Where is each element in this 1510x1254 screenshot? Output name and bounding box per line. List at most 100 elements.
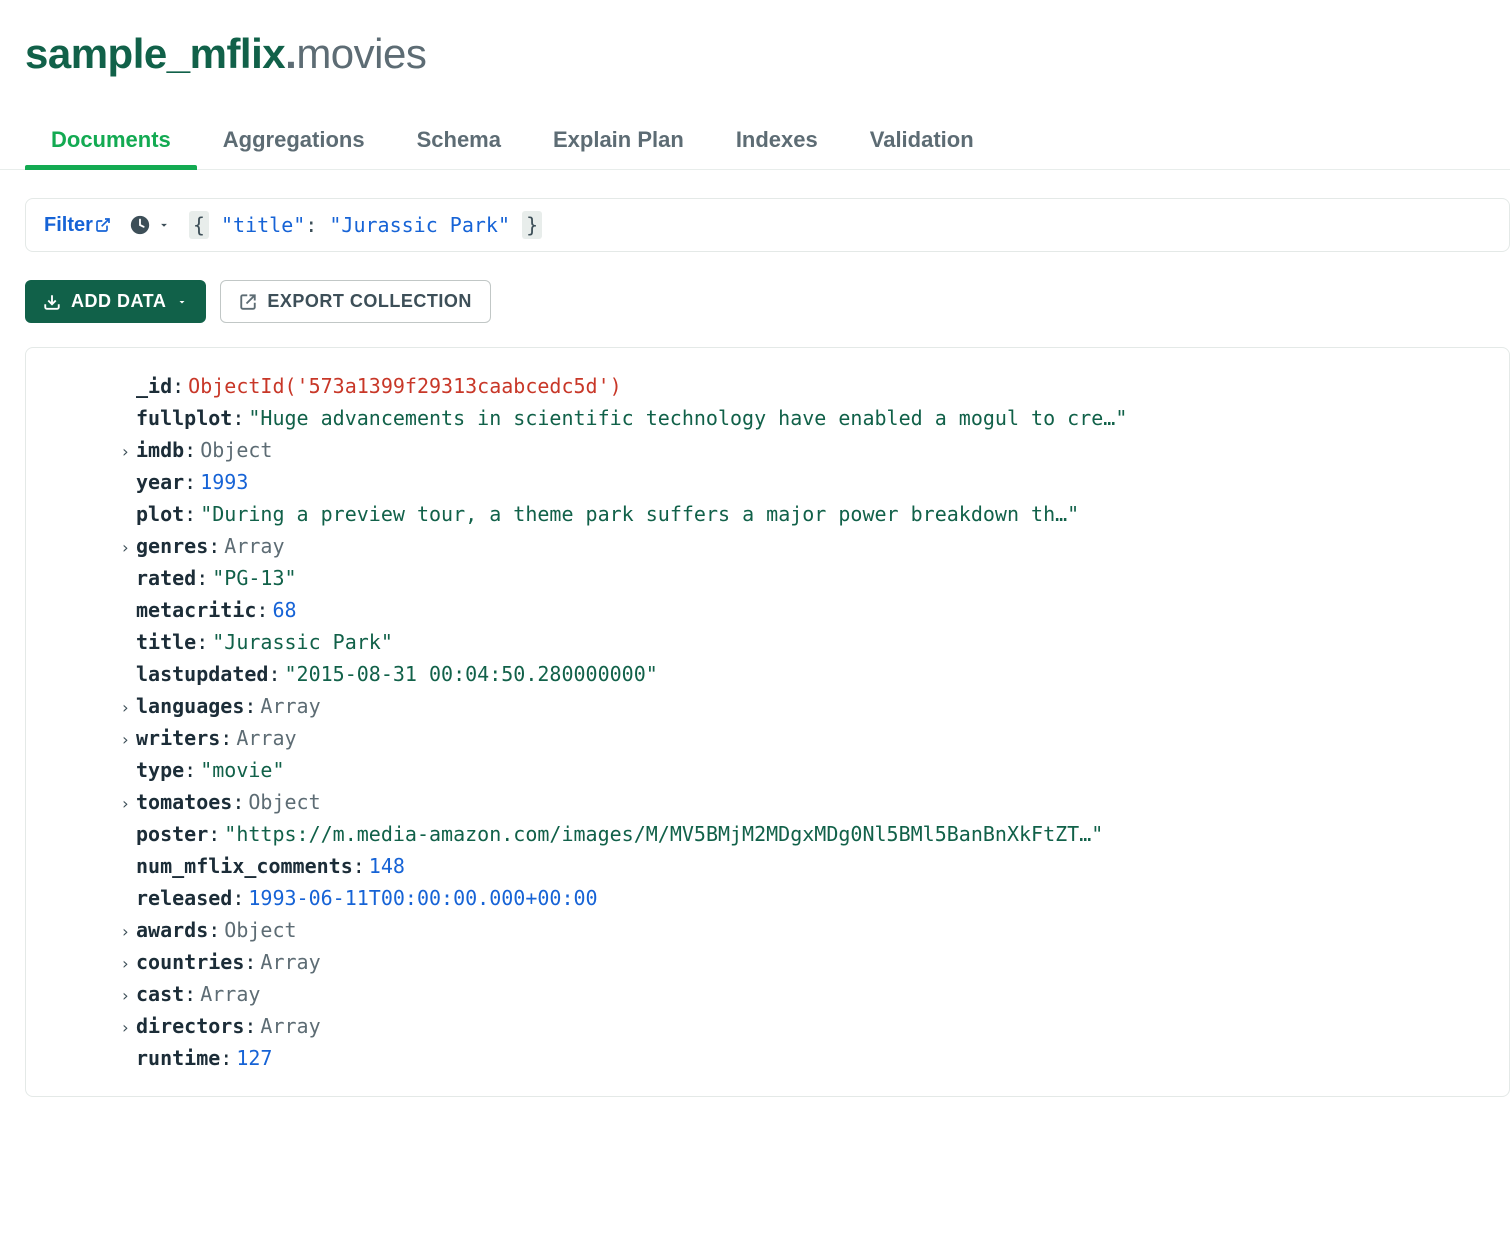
chevron-right-icon[interactable]: ›	[120, 442, 130, 461]
field-key: rated	[136, 562, 196, 594]
chevron-right-icon[interactable]: ›	[120, 954, 130, 973]
download-icon	[43, 293, 61, 311]
chevron-right-icon[interactable]: ›	[120, 538, 130, 557]
field-row: › directors: Array	[46, 1010, 1489, 1042]
caret-down-icon	[176, 296, 188, 308]
field-key: year	[136, 466, 184, 498]
field-value: Array	[260, 946, 320, 978]
filter-history-button[interactable]	[129, 214, 171, 236]
field-key: type	[136, 754, 184, 786]
expand-slot: ›	[46, 914, 136, 946]
caret-down-icon	[157, 218, 171, 232]
filter-query-value: "Jurassic Park"	[329, 213, 510, 237]
field-colon: :	[208, 914, 220, 946]
page-title: sample_mflix.movies	[25, 30, 1485, 78]
field-key: metacritic	[136, 594, 256, 626]
field-colon: :	[220, 722, 232, 754]
field-key: cast	[136, 978, 184, 1010]
field-key: directors	[136, 1010, 244, 1042]
tab-indexes[interactable]: Indexes	[710, 113, 844, 169]
document-card: _id: ObjectId('573a1399f29313caabcedc5d'…	[25, 347, 1510, 1097]
field-value: 1993	[200, 466, 248, 498]
field-value: "PG-13"	[212, 562, 296, 594]
field-value: Array	[260, 1010, 320, 1042]
chevron-right-icon[interactable]: ›	[120, 794, 130, 813]
field-colon: :	[244, 1010, 256, 1042]
field-value: Object	[248, 786, 320, 818]
chevron-right-icon[interactable]: ›	[120, 922, 130, 941]
field-key: countries	[136, 946, 244, 978]
field-colon: :	[232, 402, 244, 434]
field-row: _id: ObjectId('573a1399f29313caabcedc5d'…	[46, 370, 1489, 402]
field-row: type: "movie"	[46, 754, 1489, 786]
field-row: lastupdated: "2015-08-31 00:04:50.280000…	[46, 658, 1489, 690]
field-value: Object	[224, 914, 296, 946]
field-value: Array	[260, 690, 320, 722]
expand-slot: ›	[46, 690, 136, 722]
field-value: Array	[236, 722, 296, 754]
brace-close: }	[522, 211, 542, 239]
chevron-right-icon[interactable]: ›	[120, 986, 130, 1005]
field-key: title	[136, 626, 196, 658]
field-row: year: 1993	[46, 466, 1489, 498]
field-row: › countries: Array	[46, 946, 1489, 978]
field-value: "Huge advancements in scientific technol…	[248, 402, 1127, 434]
field-key: plot	[136, 498, 184, 530]
field-row: title: "Jurassic Park"	[46, 626, 1489, 658]
export-collection-button[interactable]: EXPORT COLLECTION	[220, 280, 491, 323]
export-icon	[239, 293, 257, 311]
field-value: ObjectId('573a1399f29313caabcedc5d')	[188, 370, 621, 402]
field-row: plot: "During a preview tour, a theme pa…	[46, 498, 1489, 530]
field-colon: :	[244, 690, 256, 722]
field-key: num_mflix_comments	[136, 850, 353, 882]
filter-query-input[interactable]: { "title": "Jurassic Park" }	[189, 213, 542, 237]
tab-aggregations[interactable]: Aggregations	[197, 113, 391, 169]
field-row: rated: "PG-13"	[46, 562, 1489, 594]
field-colon: :	[196, 626, 208, 658]
field-key: runtime	[136, 1042, 220, 1074]
tab-explain-plan[interactable]: Explain Plan	[527, 113, 710, 169]
field-value: "During a preview tour, a theme park suf…	[200, 498, 1079, 530]
field-row: ›writers: Array	[46, 722, 1489, 754]
add-data-label: ADD DATA	[71, 291, 166, 312]
field-row: poster: "https://m.media-amazon.com/imag…	[46, 818, 1489, 850]
field-row: ›genres: Array	[46, 530, 1489, 562]
add-data-button[interactable]: ADD DATA	[25, 280, 206, 323]
field-colon: :	[208, 818, 220, 850]
field-row: metacritic: 68	[46, 594, 1489, 626]
field-colon: :	[256, 594, 268, 626]
field-colon: :	[268, 658, 280, 690]
action-row: ADD DATA EXPORT COLLECTION	[0, 252, 1510, 323]
filter-query-key: "title"	[221, 213, 305, 237]
field-key: languages	[136, 690, 244, 722]
chevron-right-icon[interactable]: ›	[120, 730, 130, 749]
tab-documents[interactable]: Documents	[25, 113, 197, 169]
field-colon: :	[208, 530, 220, 562]
field-value: 148	[369, 850, 405, 882]
chevron-right-icon[interactable]: ›	[120, 1018, 130, 1037]
field-key: _id	[136, 370, 172, 402]
field-colon: :	[244, 946, 256, 978]
field-colon: :	[196, 562, 208, 594]
title-separator: .	[285, 30, 296, 77]
field-value: Object	[200, 434, 272, 466]
field-row: ›tomatoes: Object	[46, 786, 1489, 818]
expand-slot: ›	[46, 946, 136, 978]
field-colon: :	[184, 498, 196, 530]
field-key: tomatoes	[136, 786, 232, 818]
brace-open: {	[189, 211, 209, 239]
tab-schema[interactable]: Schema	[391, 113, 527, 169]
field-key: genres	[136, 530, 208, 562]
external-link-icon	[95, 217, 111, 233]
field-row: num_mflix_comments: 148	[46, 850, 1489, 882]
field-value: "movie"	[200, 754, 284, 786]
chevron-right-icon[interactable]: ›	[120, 698, 130, 717]
filter-label[interactable]: Filter	[44, 214, 111, 237]
expand-slot: ›	[46, 978, 136, 1010]
expand-slot: ›	[46, 786, 136, 818]
field-key: awards	[136, 914, 208, 946]
field-key: poster	[136, 818, 208, 850]
field-colon: :	[232, 882, 244, 914]
expand-slot: ›	[46, 530, 136, 562]
tab-validation[interactable]: Validation	[844, 113, 1000, 169]
